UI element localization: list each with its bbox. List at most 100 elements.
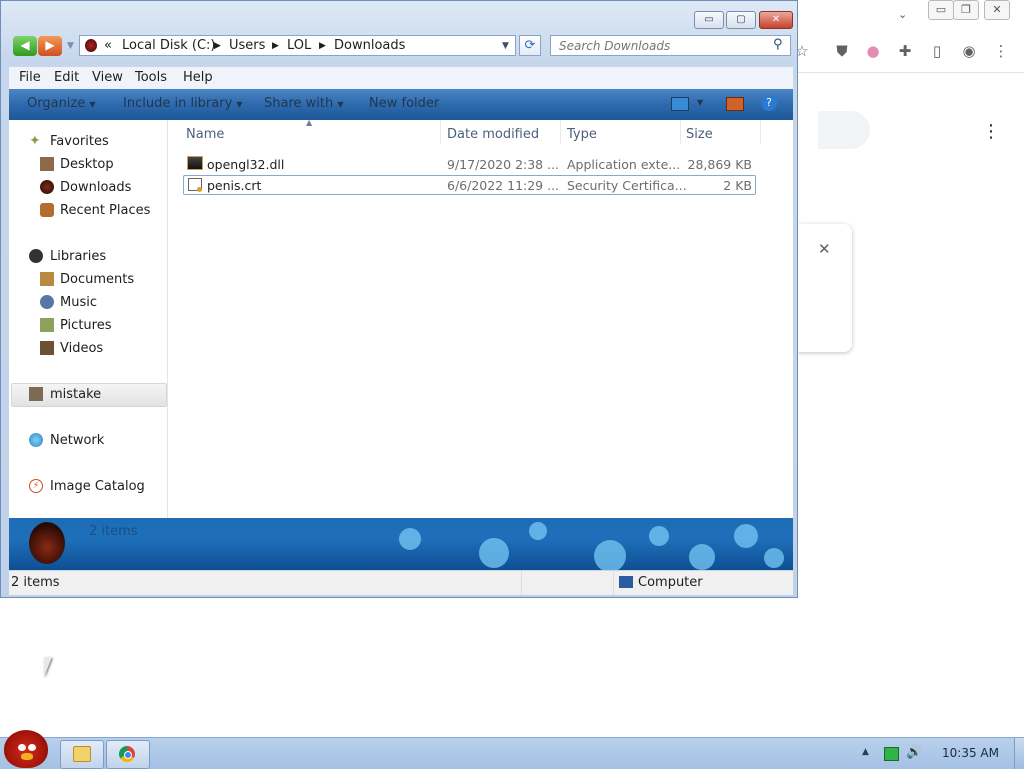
close-button[interactable]: ✕ bbox=[759, 11, 793, 29]
help-icon[interactable]: ? bbox=[761, 95, 777, 111]
browser-search-pill[interactable] bbox=[818, 111, 870, 149]
menu-tools[interactable]: Tools bbox=[135, 70, 167, 85]
file-row[interactable]: opengl32.dll 9/17/2020 2:38 ... Applicat… bbox=[183, 154, 756, 174]
decor-bubble bbox=[399, 528, 421, 550]
breadcrumb-downloads[interactable]: Downloads bbox=[334, 38, 405, 53]
nav-recent-places[interactable]: Recent Places bbox=[60, 203, 150, 218]
column-divider[interactable] bbox=[560, 120, 561, 144]
nav-mistake[interactable]: mistake bbox=[50, 387, 101, 402]
chevron-down-icon: ▼ bbox=[236, 100, 243, 109]
breadcrumb-local-disk[interactable]: Local Disk (C:) bbox=[122, 38, 215, 53]
menu-bar: File Edit View Tools Help bbox=[9, 67, 793, 89]
column-size[interactable]: Size bbox=[686, 127, 713, 142]
explorer-window: ▭ ▢ ✕ ◀ ▶ ▼ « Local Disk (C:) ▶ Users ▶ … bbox=[0, 0, 798, 598]
downloads-folder-icon bbox=[40, 180, 54, 194]
clock[interactable]: 10:35 AM bbox=[942, 746, 999, 760]
address-bar[interactable]: « Local Disk (C:) ▶ Users ▶ LOL ▶ Downlo… bbox=[79, 35, 516, 56]
nav-favorites[interactable]: Favorites bbox=[50, 134, 109, 149]
extension-flag-icon[interactable]: ● bbox=[863, 41, 883, 61]
column-divider[interactable] bbox=[680, 120, 681, 144]
back-button[interactable]: ◀ bbox=[13, 36, 37, 56]
nav-music[interactable]: Music bbox=[60, 295, 97, 310]
view-options-icon[interactable] bbox=[671, 97, 689, 111]
search-icon[interactable]: ⚲ bbox=[773, 37, 783, 52]
column-type[interactable]: Type bbox=[567, 127, 597, 142]
file-size: 28,869 KB bbox=[687, 157, 752, 172]
more-menu-icon[interactable]: ⋮ bbox=[991, 41, 1011, 61]
refresh-button[interactable]: ⟳ bbox=[519, 35, 541, 56]
minimize-button[interactable]: ▭ bbox=[694, 11, 724, 29]
chevron-down-icon[interactable]: ⌄ bbox=[898, 8, 907, 21]
chevron-down-icon[interactable]: ▼ bbox=[697, 98, 703, 107]
sort-ascending-icon: ▲ bbox=[306, 118, 313, 127]
taskbar-chrome-button[interactable] bbox=[106, 740, 150, 769]
decor-bubble bbox=[649, 526, 669, 546]
browser-close-button[interactable]: ✕ bbox=[984, 0, 1010, 20]
file-list: ▲ Name Date modified Type Size opengl32.… bbox=[168, 118, 793, 518]
maximize-button[interactable]: ▢ bbox=[726, 11, 756, 29]
nav-videos[interactable]: Videos bbox=[60, 341, 103, 356]
recent-places-icon bbox=[40, 203, 54, 217]
share-with-button[interactable]: Share with ▼ bbox=[264, 96, 344, 111]
profile-icon[interactable]: ◉ bbox=[959, 41, 979, 61]
breadcrumb-lol[interactable]: LOL bbox=[287, 38, 311, 53]
chevron-right-icon[interactable]: ▶ bbox=[272, 41, 279, 51]
status-location: Computer bbox=[638, 575, 703, 590]
browser-minimize-button[interactable]: ▭ bbox=[928, 0, 954, 20]
chevron-right-icon[interactable]: ▶ bbox=[319, 41, 326, 51]
column-name[interactable]: Name bbox=[186, 127, 224, 142]
decor-bubble bbox=[479, 538, 509, 568]
mouse-cursor bbox=[44, 657, 52, 677]
search-box: ⚲ bbox=[550, 35, 791, 56]
nav-libraries[interactable]: Libraries bbox=[50, 249, 106, 264]
angry-bird-eye-icon bbox=[28, 744, 36, 751]
nav-documents[interactable]: Documents bbox=[60, 272, 134, 287]
start-button[interactable] bbox=[4, 730, 48, 768]
address-overflow[interactable]: « bbox=[104, 38, 112, 53]
nav-network[interactable]: Network bbox=[50, 433, 104, 448]
side-panel-icon[interactable]: ▯ bbox=[927, 41, 947, 61]
show-desktop-button[interactable] bbox=[1014, 738, 1024, 769]
nav-desktop[interactable]: Desktop bbox=[60, 157, 114, 172]
forward-button[interactable]: ▶ bbox=[38, 36, 62, 56]
menu-view[interactable]: View bbox=[92, 70, 123, 85]
menu-file[interactable]: File bbox=[19, 70, 41, 85]
angry-bird-beak-icon bbox=[21, 753, 33, 760]
music-icon bbox=[40, 295, 54, 309]
libraries-icon bbox=[29, 249, 43, 263]
kebab-menu-icon[interactable]: ⋮ bbox=[982, 121, 1000, 142]
nav-pictures[interactable]: Pictures bbox=[60, 318, 111, 333]
menu-edit[interactable]: Edit bbox=[54, 70, 79, 85]
search-input[interactable] bbox=[559, 37, 764, 54]
browser-titlebar: ⌄ ▭ ❐ ✕ bbox=[798, 0, 1024, 28]
folder-icon bbox=[73, 746, 91, 762]
browser-maximize-button[interactable]: ❐ bbox=[953, 0, 979, 20]
details-item-count: 2 items bbox=[89, 524, 138, 539]
column-divider[interactable] bbox=[440, 120, 441, 144]
column-date-modified[interactable]: Date modified bbox=[447, 127, 539, 142]
recent-pages-dropdown-icon[interactable]: ▼ bbox=[67, 41, 74, 51]
decor-bubble bbox=[689, 544, 715, 570]
browser-toolbar: ☆ ⛊ ● ✚ ▯ ◉ ⋮ bbox=[795, 30, 1024, 73]
close-icon[interactable]: ✕ bbox=[818, 240, 831, 258]
tray-expand-icon[interactable]: ▲ bbox=[862, 747, 869, 757]
column-divider[interactable] bbox=[760, 120, 761, 144]
ublock-icon[interactable]: ⛊ bbox=[832, 41, 852, 61]
file-date: 6/6/2022 11:29 ... bbox=[447, 178, 560, 193]
network-tray-icon[interactable] bbox=[884, 747, 899, 761]
new-folder-button[interactable]: New folder bbox=[369, 96, 439, 111]
volume-icon[interactable]: 🔊 bbox=[906, 745, 922, 760]
menu-help[interactable]: Help bbox=[183, 70, 213, 85]
nav-downloads[interactable]: Downloads bbox=[60, 180, 131, 195]
address-dropdown-icon[interactable]: ▼ bbox=[502, 41, 509, 51]
file-row-selected[interactable]: penis.crt 6/6/2022 11:29 ... Security Ce… bbox=[183, 175, 756, 195]
chevron-right-icon[interactable]: ▶ bbox=[214, 41, 221, 51]
preview-pane-icon[interactable] bbox=[726, 97, 744, 111]
organize-button[interactable]: Organize ▼ bbox=[27, 96, 96, 111]
include-in-library-button[interactable]: Include in library ▼ bbox=[123, 96, 243, 111]
breadcrumb-users[interactable]: Users bbox=[229, 38, 265, 53]
nav-image-catalog[interactable]: Image Catalog bbox=[50, 479, 145, 494]
puzzle-icon[interactable]: ✚ bbox=[895, 41, 915, 61]
taskbar-explorer-button[interactable] bbox=[60, 740, 104, 769]
details-pane: 2 items bbox=[9, 518, 793, 570]
